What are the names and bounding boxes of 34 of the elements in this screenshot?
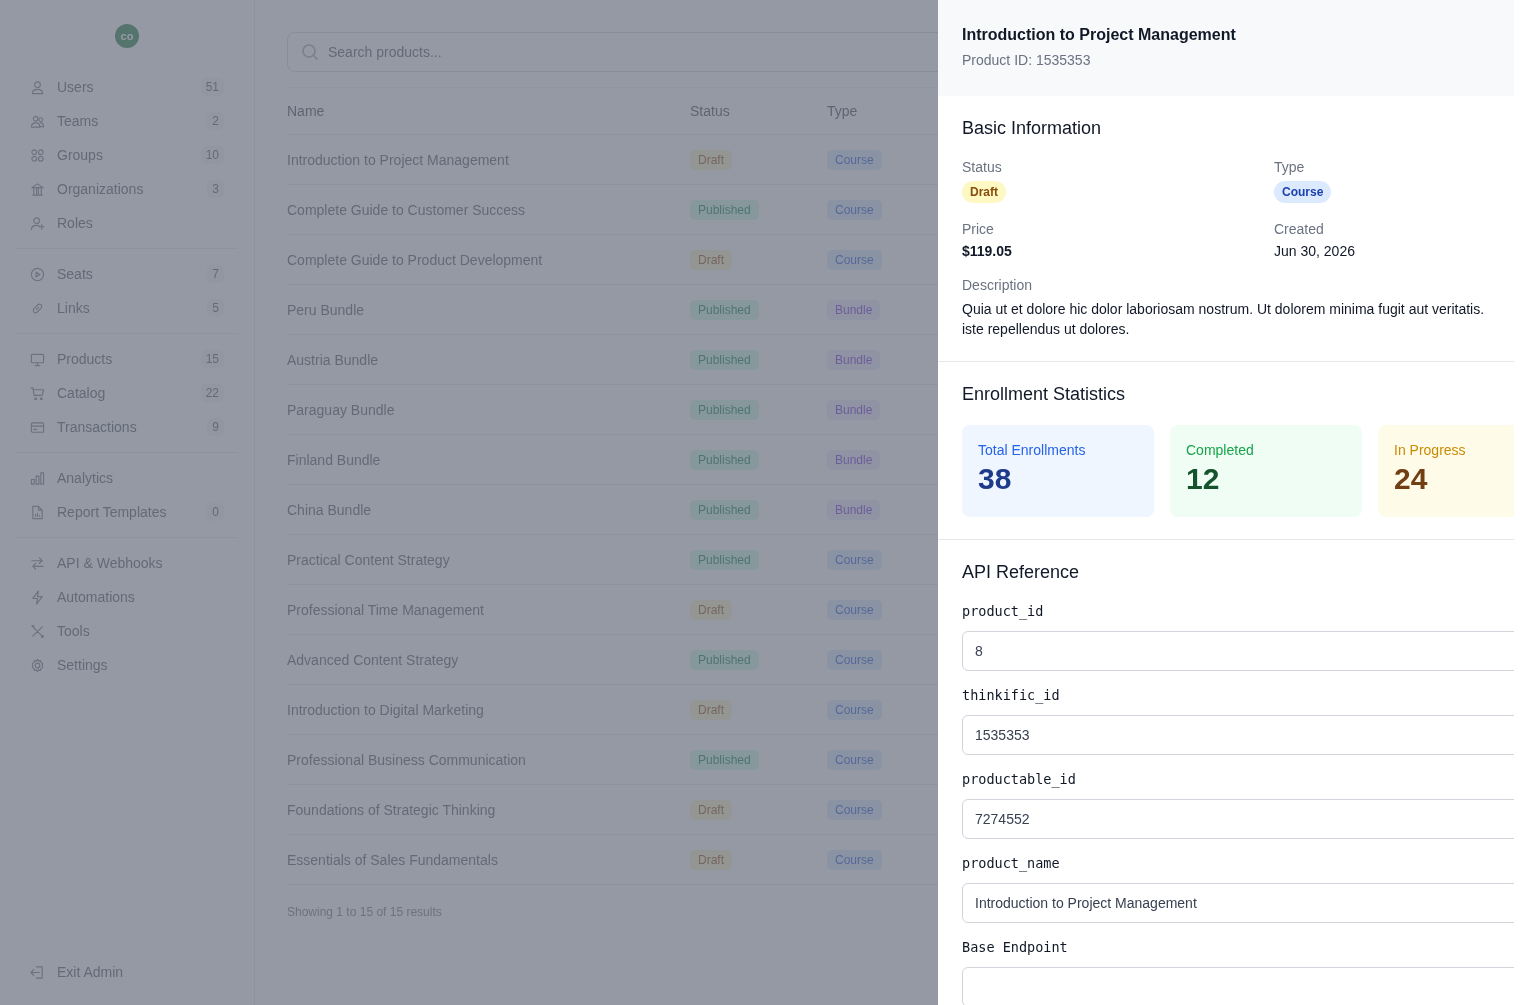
stat-value: 24 — [1394, 462, 1429, 496]
section-heading: API Reference — [962, 562, 1081, 583]
field-label: product_name — [962, 855, 1061, 871]
field-label: thinkific_id — [962, 687, 1061, 703]
column-header: Name — [287, 103, 325, 119]
field-label: Price — [962, 221, 995, 237]
input-field[interactable]: 7274552 — [962, 799, 1514, 839]
section-heading: Enrollment Statistics — [962, 384, 1127, 405]
stat-label: In Progress — [1394, 442, 1467, 458]
field-label: Description — [962, 277, 1034, 293]
stat-value: 38 — [978, 462, 1013, 496]
panel-title: Introduction to Project Management — [962, 26, 1237, 44]
input-field[interactable]: 8 — [962, 631, 1514, 671]
stat-label: Completed — [1186, 442, 1255, 458]
price-value: $119.05 — [962, 243, 1013, 259]
stat-value: 12 — [1186, 462, 1221, 496]
description-text: Quia ut et dolore hic dolor laboriosam nostrum. Ut dolorem minima fugit aut veritatis. iste repellendus ut dolores. — [962, 300, 1486, 339]
input-field[interactable]: Introduction to Project Management — [962, 883, 1514, 923]
created-date: Jun 30, 2026 — [1274, 243, 1356, 259]
field-label: Type — [1274, 159, 1306, 175]
field-label: product_id — [962, 603, 1045, 619]
status-pill: Course — [1274, 181, 1332, 203]
section-heading: Basic Information — [962, 118, 1103, 139]
field-label: Base Endpoint — [962, 939, 1069, 955]
field-label: Status — [962, 159, 1003, 175]
column-header: Type — [827, 103, 858, 119]
product-id: Product ID: 1535353 — [962, 52, 1092, 68]
input-field[interactable]: 1535353 — [962, 715, 1514, 755]
input-field[interactable] — [962, 967, 1514, 1005]
stat-label: Total Enrollments — [978, 442, 1087, 458]
field-label: productable_id — [962, 771, 1077, 787]
field-label: Created — [1274, 221, 1325, 237]
status-pill: Draft — [962, 181, 1006, 203]
column-header: Status — [690, 103, 730, 119]
